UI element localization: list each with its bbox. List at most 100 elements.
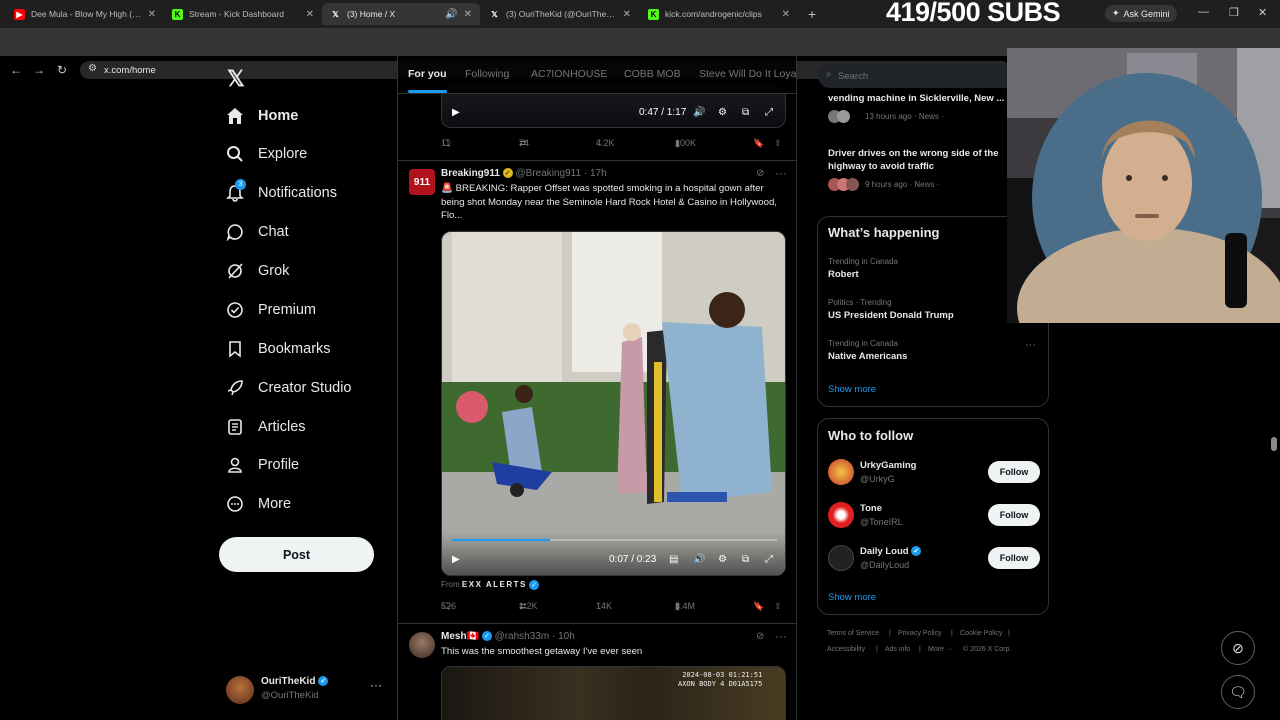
pip-icon[interactable]: ⧉: [742, 554, 749, 565]
reload-icon[interactable]: ↻: [57, 63, 67, 77]
settings-icon[interactable]: ⚙: [718, 107, 727, 118]
reply-count: 11: [441, 138, 451, 148]
news-title[interactable]: vending machine in Sicklerville, New ...: [828, 93, 1008, 104]
follow-suggestion[interactable]: UrkyGaming @UrkyG Follow: [828, 457, 1040, 487]
messages-fab[interactable]: 🗨: [1221, 675, 1255, 709]
fullscreen-icon[interactable]: ⤢: [765, 554, 773, 565]
section-title: Who to follow: [828, 428, 914, 443]
avatar: [226, 676, 254, 704]
show-more-link[interactable]: Show more: [828, 592, 876, 603]
close-icon[interactable]: ✕: [782, 9, 790, 20]
follow-name: Tone: [860, 503, 882, 514]
trend-item[interactable]: Trending in Canada Native Americans: [828, 339, 907, 362]
close-icon[interactable]: ✕: [148, 9, 156, 20]
follow-button[interactable]: Follow: [988, 504, 1040, 526]
footer-link[interactable]: More ···: [928, 646, 953, 653]
close-icon[interactable]: ✕: [464, 9, 472, 20]
nav-bookmarks[interactable]: Bookmarks: [226, 336, 331, 362]
window-close-icon[interactable]: ✕: [1258, 6, 1267, 19]
source-name[interactable]: EXX ALERTS: [462, 580, 527, 589]
search-input[interactable]: ⌕ Search: [818, 64, 1018, 88]
fullscreen-icon[interactable]: ⤢: [765, 107, 773, 118]
close-icon[interactable]: ✕: [306, 9, 314, 20]
footer-link[interactable]: Terms of Service: [827, 630, 879, 637]
more-dots-icon[interactable]: ···: [370, 678, 382, 692]
video-player[interactable]: ▶ 0:07 / 0:23 ▤ 🔊 ⚙ ⧉ ⤢: [441, 231, 786, 576]
play-icon[interactable]: ▶: [452, 554, 460, 565]
share-icon[interactable]: ⇪: [774, 138, 782, 149]
captions-icon[interactable]: ▤: [669, 554, 678, 565]
grok-icon[interactable]: ⊘: [756, 631, 764, 642]
nav-explore[interactable]: Explore: [226, 141, 307, 167]
back-icon[interactable]: ←: [10, 63, 22, 77]
nav-notifications[interactable]: 3 Notifications: [226, 179, 337, 206]
browser-tab-1[interactable]: ▶ Dee Mula - Blow My High (Offi ✕: [6, 3, 164, 25]
minimize-icon[interactable]: —: [1198, 6, 1209, 18]
pip-icon[interactable]: ⧉: [742, 107, 749, 118]
footer-link[interactable]: Ads info: [885, 646, 910, 653]
follow-button[interactable]: Follow: [988, 461, 1040, 483]
follow-suggestion[interactable]: Tone @ToneIRL Follow: [828, 500, 1040, 530]
speaker-icon[interactable]: 🔊: [445, 9, 457, 20]
chat-icon: [226, 223, 244, 241]
x-logo-icon[interactable]: 𝕏: [227, 66, 245, 92]
follow-suggestion[interactable]: Daily Loud ✓ @DailyLoud Follow: [828, 543, 1040, 573]
play-icon[interactable]: ▶: [452, 107, 460, 118]
account-switcher[interactable]: OuriTheKid ✓ @OuriTheKid ···: [226, 674, 386, 706]
trend-item[interactable]: Trending in Canada Robert: [828, 257, 898, 280]
nav-articles[interactable]: Articles: [226, 414, 306, 440]
grok-fab[interactable]: ⊘: [1221, 631, 1255, 665]
browser-tab-4[interactable]: 𝕏 (3) OuriTheKid (@OuriTheKid) / ✕: [481, 3, 639, 25]
nav-chat[interactable]: Chat: [226, 219, 289, 245]
volume-icon[interactable]: 🔊: [693, 554, 705, 565]
nav-profile[interactable]: Profile: [226, 452, 299, 478]
more-dots-icon[interactable]: ···: [1025, 339, 1036, 351]
footer-link[interactable]: Privacy Policy: [898, 630, 942, 637]
tab-following[interactable]: Following: [465, 68, 509, 80]
divider: [398, 160, 796, 161]
browser-tab-3-active[interactable]: 𝕏 (3) Home / X 🔊 ✕: [322, 3, 480, 25]
browser-tab-strip: ▶ Dee Mula - Blow My High (Offi ✕ K Stre…: [0, 0, 1280, 28]
site-info-icon[interactable]: ⚙: [88, 63, 97, 74]
trend-item[interactable]: Politics · Trending US President Donald T…: [828, 298, 954, 321]
nav-label: Home: [258, 108, 299, 124]
nav-grok[interactable]: Grok: [226, 258, 289, 284]
new-tab-button[interactable]: +: [800, 3, 820, 25]
browser-tab-5[interactable]: K kick.com/androgenic/clips ✕: [640, 3, 798, 25]
post-button[interactable]: Post: [219, 537, 374, 572]
tab-ac7ionhouse[interactable]: AC7IONHOUSE: [531, 68, 607, 80]
nav-premium[interactable]: Premium: [226, 297, 316, 323]
maximize-icon[interactable]: ❐: [1229, 6, 1239, 19]
more-dots-icon[interactable]: ···: [775, 629, 787, 643]
ask-gemini-button[interactable]: ✦ Ask Gemini: [1105, 5, 1177, 22]
news-title[interactable]: Driver drives on the wrong side of the h…: [828, 147, 1008, 173]
author-handle[interactable]: @rahsh33m: [495, 631, 550, 642]
browser-tab-2[interactable]: K Stream - Kick Dashboard ✕: [164, 3, 322, 25]
scrollbar-thumb[interactable]: [1271, 437, 1277, 451]
share-icon[interactable]: ⇪: [774, 601, 782, 612]
forward-icon[interactable]: →: [33, 63, 45, 77]
nav-creator-studio[interactable]: Creator Studio: [226, 375, 352, 401]
video-player[interactable]: 2024-08-03 01:21:51 AXON BODY 4 D01A5175: [441, 666, 786, 720]
settings-icon[interactable]: ⚙: [718, 554, 727, 565]
tab-title: Stream - Kick Dashboard: [189, 9, 284, 19]
show-more-link[interactable]: Show more: [828, 384, 876, 395]
nav-home[interactable]: Home: [226, 103, 298, 129]
author-name[interactable]: Mesh🇨🇦: [441, 631, 479, 642]
footer-link[interactable]: Cookie Policy: [960, 630, 1002, 637]
nav-more[interactable]: More: [226, 491, 291, 517]
tab-steve-will-do-it[interactable]: Steve Will Do It Loyal: [699, 68, 796, 80]
tab-cobb-mob[interactable]: COBB MOB: [624, 68, 681, 80]
close-icon[interactable]: ✕: [623, 9, 631, 20]
volume-icon[interactable]: 🔊: [693, 107, 705, 118]
more-dots-icon[interactable]: ···: [775, 166, 787, 180]
trend-name: Robert: [828, 269, 859, 280]
author-name[interactable]: Breaking911: [441, 168, 500, 179]
footer-link[interactable]: Accessibility: [827, 646, 865, 653]
account-handle: @OuriTheKid: [261, 690, 319, 701]
grok-icon[interactable]: ⊘: [756, 168, 764, 179]
video-progress-track[interactable]: [452, 539, 777, 541]
tab-for-you[interactable]: For you: [408, 68, 447, 93]
author-handle[interactable]: @Breaking911: [516, 168, 582, 179]
follow-button[interactable]: Follow: [988, 547, 1040, 569]
